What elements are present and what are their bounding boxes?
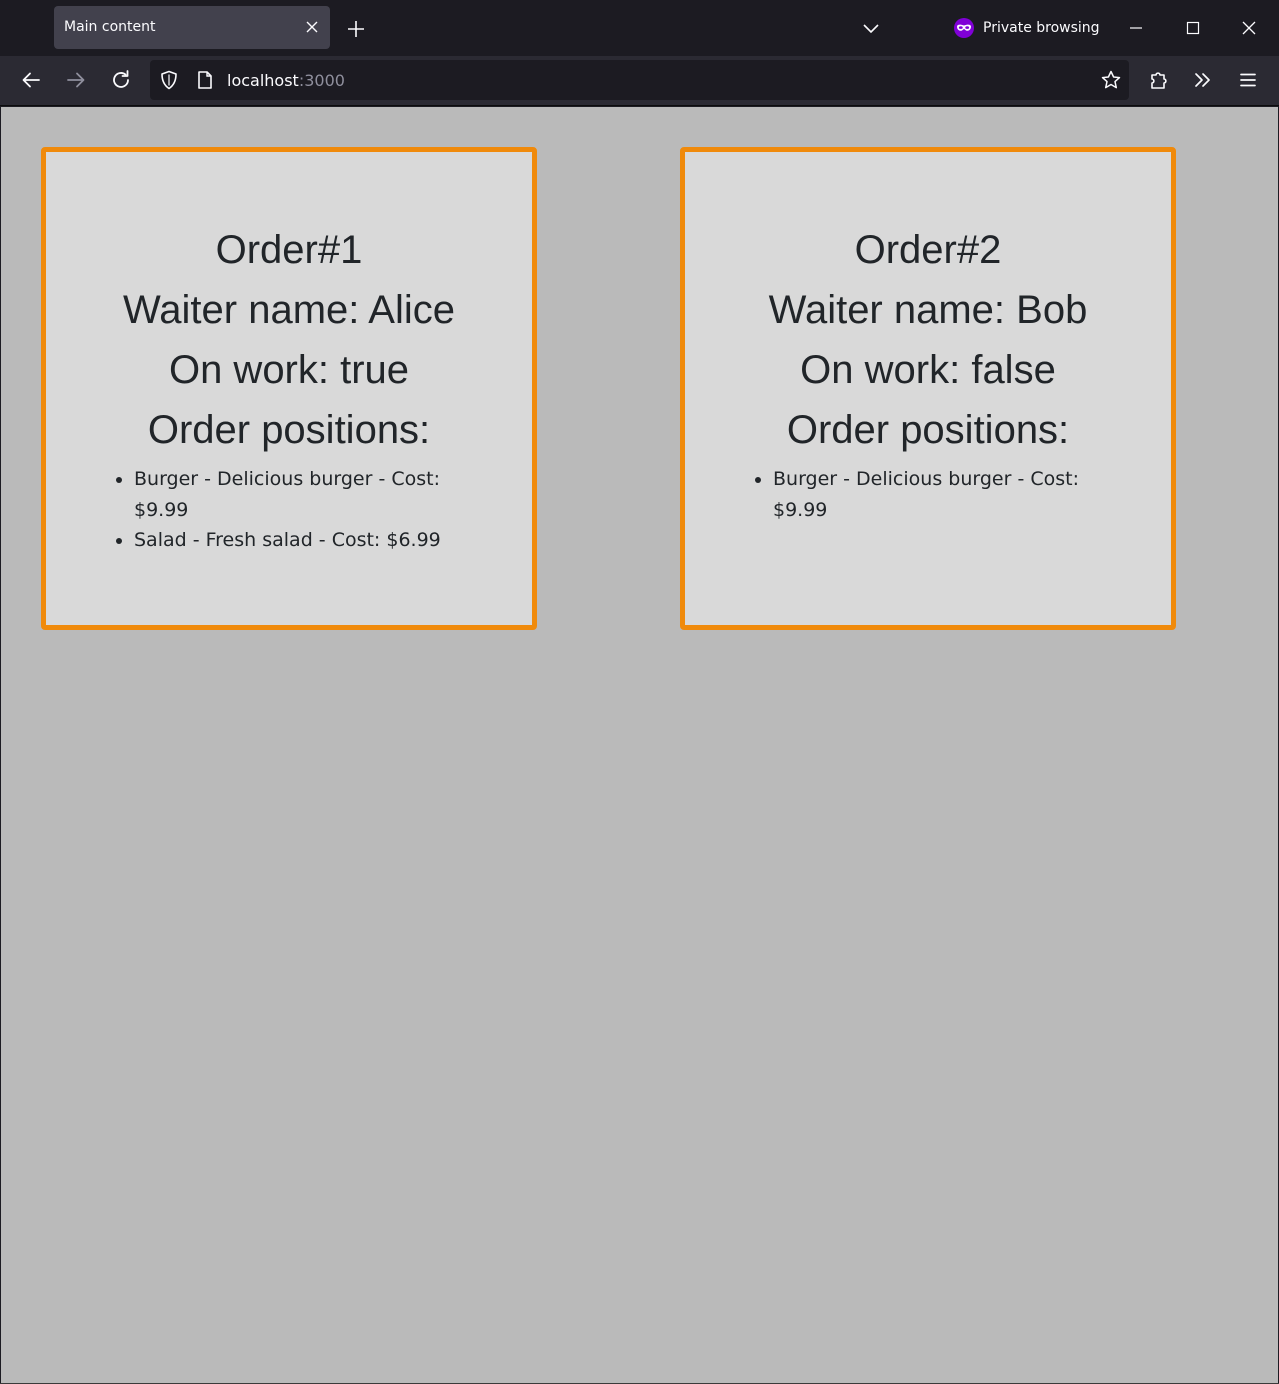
tab-title: Main content — [64, 19, 156, 35]
close-icon[interactable] — [302, 17, 322, 37]
double-chevron-icon[interactable] — [1189, 66, 1217, 94]
private-mask-icon — [953, 17, 975, 39]
url-bar[interactable]: localhost:3000 — [150, 60, 1129, 100]
order-card: Order#1 Waiter name: Alice On work: true… — [41, 147, 537, 630]
plus-icon[interactable] — [344, 17, 368, 41]
tab-strip: Main content Private browsing — [0, 0, 1279, 56]
order-card: Order#2 Waiter name: Bob On work: false … — [680, 147, 1176, 630]
puzzle-icon[interactable] — [1145, 66, 1173, 94]
hamburger-icon[interactable] — [1234, 66, 1262, 94]
chevron-down-icon[interactable] — [859, 17, 883, 41]
order-position-item: Salad - Fresh salad - Cost: $6.99 — [134, 525, 464, 556]
minimize-icon[interactable] — [1122, 14, 1150, 42]
arrow-left-icon[interactable] — [17, 66, 45, 94]
maximize-icon[interactable] — [1179, 14, 1207, 42]
star-icon[interactable] — [1100, 69, 1122, 91]
order-position-item: Burger - Delicious burger - Cost: $9.99 — [134, 464, 464, 525]
order-title: Order#1 — [215, 228, 363, 272]
tab-main-content[interactable]: Main content — [54, 6, 330, 49]
page-icon[interactable] — [194, 69, 216, 91]
navigation-toolbar: localhost:3000 — [0, 56, 1279, 106]
waiter-name: Waiter name: Alice — [123, 288, 455, 332]
url-port: :3000 — [298, 71, 345, 90]
order-positions-heading: Order positions: — [786, 408, 1070, 452]
arrow-right-icon[interactable] — [62, 66, 90, 94]
order-positions-list: Burger - Delicious burger - Cost: $9.99 — [753, 464, 1103, 525]
order-position-item: Burger - Delicious burger - Cost: $9.99 — [773, 464, 1103, 525]
order-positions-heading: Order positions: — [147, 408, 431, 452]
on-work-status: On work: false — [800, 348, 1056, 392]
order-title: Order#2 — [854, 228, 1002, 272]
window-close-icon[interactable] — [1235, 14, 1263, 42]
private-browsing-label: Private browsing — [983, 20, 1100, 36]
reload-icon[interactable] — [107, 66, 135, 94]
page-viewport: Order#1 Waiter name: Alice On work: true… — [1, 107, 1278, 1383]
url-host: localhost — [227, 71, 299, 90]
url-text[interactable]: localhost:3000 — [227, 71, 345, 90]
on-work-status: On work: true — [168, 348, 410, 392]
waiter-name: Waiter name: Bob — [768, 288, 1088, 332]
private-browsing-indicator: Private browsing — [953, 17, 1100, 39]
shield-icon[interactable] — [158, 69, 180, 91]
order-positions-list: Burger - Delicious burger - Cost: $9.99 … — [114, 464, 464, 556]
